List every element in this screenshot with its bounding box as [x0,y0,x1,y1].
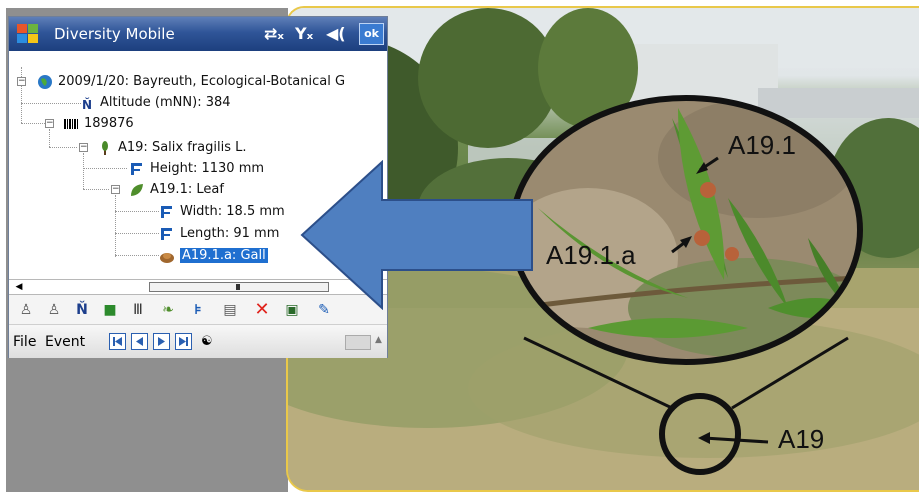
altitude-tool-icon[interactable]: Ň [73,301,91,319]
measure-tool-icon[interactable]: ⊧ [189,301,207,319]
tree-label-height: Height: 1130 mm [150,161,265,176]
menu-event[interactable]: Event [45,334,85,350]
expander-event[interactable]: − [17,77,26,86]
tree-connector [83,153,84,189]
scroll-grip [236,284,240,290]
tree-label-length: Length: 91 mm [180,226,280,241]
tree-connector [83,189,109,190]
measure-icon [131,162,142,175]
tree-connector [115,195,116,257]
leaf-icon [131,183,143,196]
tree-label-altitude: Altitude (mNN): 384 [100,95,231,110]
tree-connector [21,103,81,104]
menu-file[interactable]: File [13,334,36,350]
altitude-icon: Ň [81,97,93,112]
first-record-button[interactable] [109,333,126,350]
plant-icon [102,140,108,155]
callout-gall-label: A19.1.a [546,240,636,270]
tree-node-unit[interactable]: A19: Salix fragilis L. [97,138,246,158]
leaf-tool-icon[interactable]: ❧ [159,301,177,319]
tree-connector [83,168,127,169]
tree-label-part: A19.1: Leaf [150,182,224,197]
connectivity-icon[interactable]: ⇄ₓ [264,24,284,43]
tree-connector [21,123,45,124]
tree-node-event[interactable]: 2009/1/20: Bayreuth, Ecological-Botanica… [37,72,345,92]
measure-icon [161,205,172,218]
next-record-button[interactable] [153,333,170,350]
tree-label-event: 2009/1/20: Bayreuth, Ecological-Botanica… [58,74,346,89]
form-icon[interactable]: ▤ [221,301,239,319]
ok-button[interactable]: ok [359,23,384,45]
globe-icon [38,74,52,89]
scroll-left-button[interactable]: ◀ [11,280,27,294]
tree-label-gall: A19.1.a: Gall [180,248,268,263]
signal-off-icon[interactable]: Yₓ [295,24,313,43]
tree-node-width[interactable]: Width: 18.5 mm [159,202,285,222]
volume-icon[interactable]: ◀( [326,24,346,43]
previous-icon [136,337,143,346]
tree-label-specimen: 189876 [84,116,134,131]
add-person-icon[interactable]: ♙ [17,301,35,319]
callout-leaf-label: A19.1 [728,130,796,160]
keyboard-icon[interactable] [345,335,371,350]
tree-label-width: Width: 18.5 mm [180,204,285,219]
chevron-up-icon[interactable]: ▲ [375,335,382,345]
expander-part[interactable]: − [111,185,120,194]
last-record-button[interactable] [175,333,192,350]
barcode-icon [64,118,78,129]
app-title: Diversity Mobile [54,25,175,43]
first-icon [113,337,122,346]
menu-bar: File Event ☯ ▲ [9,325,387,358]
camera-icon[interactable]: ■ [101,301,119,319]
delete-icon[interactable]: ✕ [253,301,271,319]
gall-icon [160,252,174,263]
tree-node-altitude[interactable]: Ň Altitude (mNN): 384 [79,93,231,113]
tree-connector [49,129,50,147]
tree-node-part[interactable]: A19.1: Leaf [129,180,224,200]
last-icon [179,337,188,346]
tree-connector [115,233,159,234]
expander-unit[interactable]: − [79,143,88,152]
binoculars-icon[interactable]: ☯ [201,334,213,349]
user-icon[interactable]: ♙ [45,301,63,319]
start-menu-icon[interactable] [15,22,41,46]
previous-record-button[interactable] [131,333,148,350]
tree-connector [115,255,159,256]
next-icon [158,337,165,346]
tree-label-unit: A19: Salix fragilis L. [118,140,247,155]
save-icon[interactable]: ▣ [283,301,301,319]
tree-node-length[interactable]: Length: 91 mm [159,224,279,244]
measure-icon [161,227,172,240]
tree-node-height[interactable]: Height: 1130 mm [129,159,264,179]
barcode-tool-icon[interactable]: Ⅲ [129,301,147,319]
tree-node-specimen[interactable]: 189876 [63,114,134,134]
tree-node-gall[interactable]: A19.1.a: Gall [159,246,268,266]
title-bar: Diversity Mobile ⇄ₓ Yₓ ◀( ok [9,17,387,51]
expander-specimen[interactable]: − [45,119,54,128]
tree-connector [49,147,77,148]
big-arrow-icon [300,160,533,310]
callout-tree-label: A19 [778,424,825,454]
tree-connector [115,211,159,212]
